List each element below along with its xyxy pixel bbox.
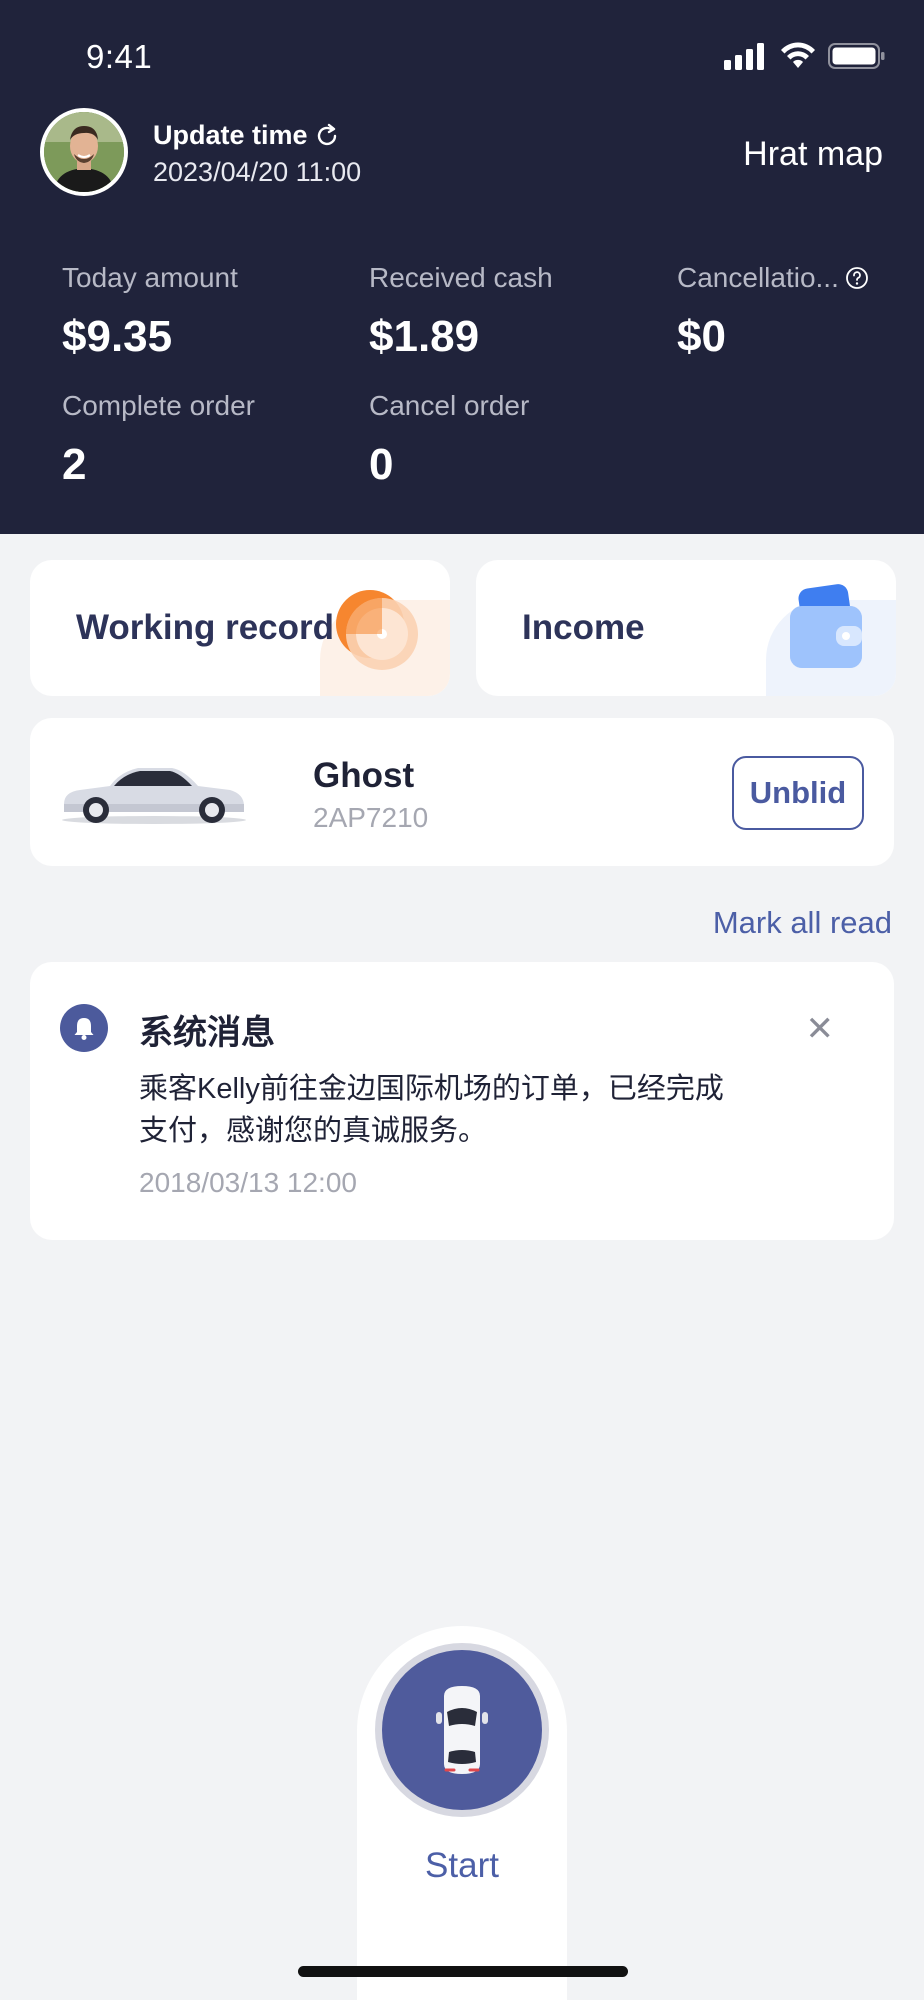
heat-map-link[interactable]: Hrat map xyxy=(743,135,883,174)
stat-value: $9.35 xyxy=(62,312,173,361)
income-card[interactable]: Income xyxy=(476,560,896,696)
message-time: 2018/03/13 12:00 xyxy=(139,1167,357,1198)
stat-value: $1.89 xyxy=(369,312,480,361)
working-record-label: Working record xyxy=(76,608,335,647)
bell-icon xyxy=(60,1004,108,1052)
wifi-icon xyxy=(781,42,815,68)
stat-label-row: Cancellatio... xyxy=(677,262,869,294)
stat-received-cash: Received cash $1.89 xyxy=(369,262,553,362)
stat-complete-order: Complete order 2 xyxy=(62,390,255,490)
pie-chart-icon xyxy=(336,590,418,670)
income-label: Income xyxy=(522,608,645,647)
status-icons xyxy=(724,40,886,72)
start-button[interactable] xyxy=(375,1643,549,1817)
vehicle-plate: 2AP7210 xyxy=(313,802,429,833)
battery-icon xyxy=(828,43,885,69)
avatar[interactable] xyxy=(40,108,128,196)
car-side-icon xyxy=(62,768,246,824)
start-button-inner xyxy=(382,1650,542,1810)
status-time: 9:41 xyxy=(86,38,153,75)
help-icon[interactable] xyxy=(845,266,869,290)
unbind-button[interactable]: Unblid xyxy=(732,756,864,830)
update-time-label: Update time xyxy=(153,120,340,151)
stat-label: Cancellatio... xyxy=(677,262,839,293)
stat-cancellation: Cancellatio... $0 xyxy=(677,262,869,362)
stat-value: 2 xyxy=(62,440,87,489)
stat-label: Cancel order xyxy=(369,390,530,421)
update-time-value: 2023/04/20 11:00 xyxy=(153,157,362,187)
car-top-icon xyxy=(436,1686,488,1774)
stat-value: $0 xyxy=(677,312,726,361)
signal-icon xyxy=(724,43,764,70)
home-indicator xyxy=(298,1966,628,1977)
refresh-icon[interactable] xyxy=(314,123,340,149)
vehicle-name: Ghost xyxy=(313,756,415,795)
user-photo-icon xyxy=(44,112,124,192)
message-title: 系统消息 xyxy=(139,1014,275,1052)
message-body: 乘客Kelly前往金边国际机场的订单，已经完成支付，感谢您的真诚服务。 xyxy=(139,1073,724,1147)
mark-all-read-link[interactable]: Mark all read xyxy=(713,905,892,941)
header: 9:41 Update time 2023/04/20 11:00 Hrat m… xyxy=(0,0,924,534)
start-label: Start xyxy=(425,1846,499,1885)
stat-label: Today amount xyxy=(62,262,238,293)
vehicle-card: Ghost 2AP7210 Unblid xyxy=(30,718,894,866)
stat-today-amount: Today amount $9.35 xyxy=(62,262,238,362)
stat-cancel-order: Cancel order 0 xyxy=(369,390,529,490)
bell-glyph xyxy=(74,1018,94,1040)
system-message-card[interactable]: 系统消息 ✕ 乘客Kelly前往金边国际机场的订单，已经完成支付，感谢您的真诚服… xyxy=(30,962,894,1240)
stat-label: Complete order xyxy=(62,390,255,421)
wallet-icon xyxy=(790,584,862,668)
update-time-label-text: Update time xyxy=(153,120,308,150)
close-icon[interactable]: ✕ xyxy=(806,1012,835,1046)
stat-value: 0 xyxy=(369,440,394,489)
working-record-card[interactable]: Working record xyxy=(30,560,450,696)
stat-label: Received cash xyxy=(369,262,553,293)
